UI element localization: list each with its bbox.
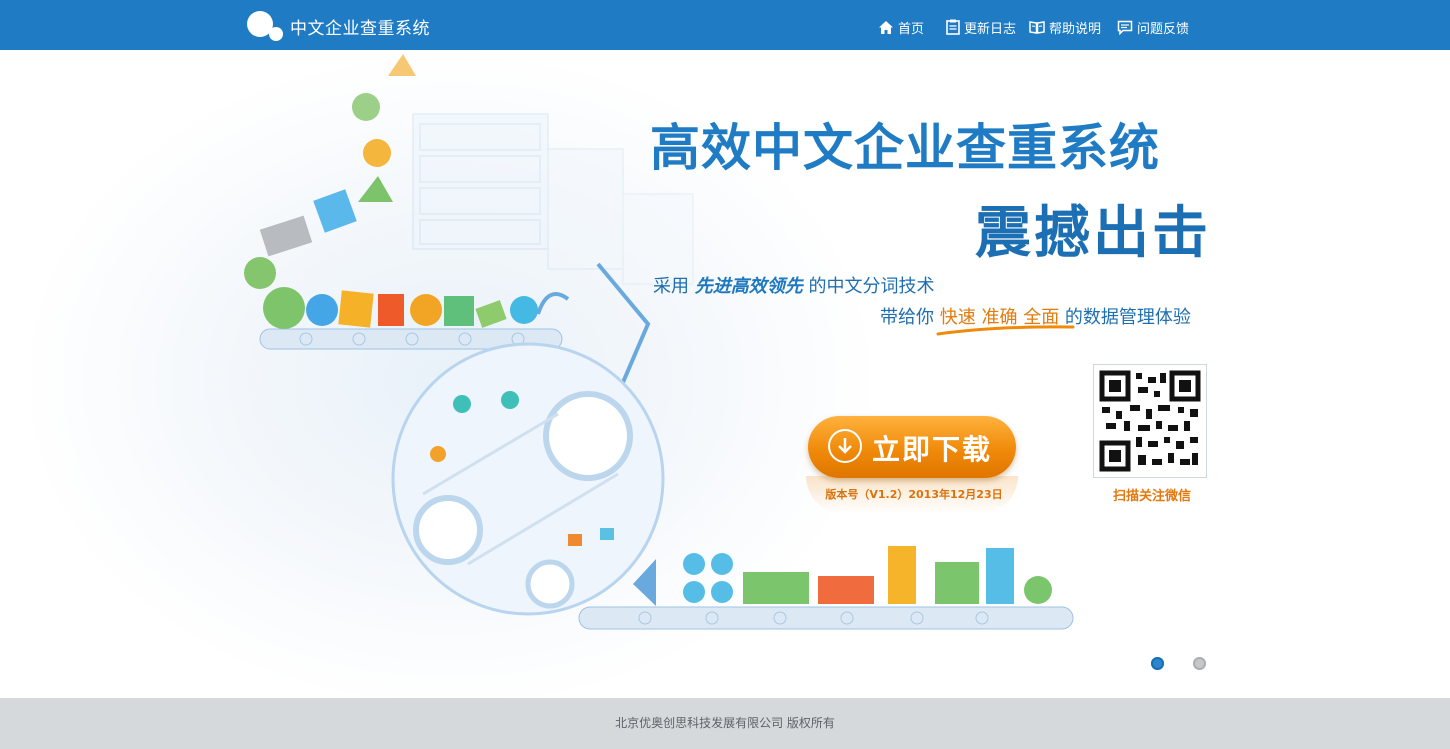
network-icon [363,139,391,167]
tagline-2-prefix: 带给你 [880,307,940,328]
tagline-2-suffix: 的数据管理体验 [1059,307,1191,328]
hero-tagline-1: 采用 先进高效领先 的中文分词技术 [653,272,934,298]
footer: 北京优奥创思科技发展有限公司 版权所有 [0,698,1450,749]
nav-help-label: 帮助说明 [1049,21,1102,37]
house-icon [313,189,357,233]
download-button[interactable]: 立即下载 [808,416,1016,478]
phone-add-icon [453,395,471,413]
unlock-icon [600,528,614,540]
nav-home[interactable]: 首页 [878,17,924,37]
download-button-label: 立即下载 [872,433,993,466]
logo-icon[interactable] [246,10,286,42]
gear-icon [352,93,380,121]
nav-help[interactable]: 帮助说明 [1029,17,1101,37]
nav-feedback-label: 问题反馈 [1137,21,1190,37]
carousel-dot-2[interactable] [1193,657,1206,670]
home-icon [879,20,893,34]
conveyor-top-icons [263,287,538,329]
swoosh-underline [936,325,1075,336]
version-info: 版本号（V1.2）2013年12月23日 [825,488,1003,501]
nav-changelog-label: 更新日志 [964,21,1017,37]
top-navigation-bar: 中文企业查重系统 首页 更新日志 帮助说明 问题反馈 [0,0,1450,50]
copyright-text: 北京优奥创思科技发展有限公司 版权所有 [615,716,835,730]
phone-cancel-icon [501,391,519,409]
clock-icon [244,257,276,289]
carousel-dot-1[interactable] [1151,657,1164,670]
tagline-1-emphasis: 先进高效领先 [694,276,803,297]
tagline-1-prefix: 采用 [653,276,695,297]
hero-subtitle: 震撼出击 [975,201,1211,266]
pizza-icon [388,54,416,76]
nav-home-label: 首页 [898,21,925,37]
clipboard-icon [946,19,960,35]
conveyor-bottom-icons [683,546,1052,604]
signal-icon [358,176,393,202]
phone-icon [430,446,446,462]
nav-changelog[interactable]: 更新日志 [946,17,1016,37]
lock-icon [568,534,582,546]
book-icon [1029,21,1045,34]
brand-title[interactable]: 中文企业查重系统 [290,14,430,39]
download-arrow-icon [828,429,862,463]
keyboard-icon [259,215,313,257]
qr-caption: 扫描关注微信 [1112,489,1191,504]
nav-feedback[interactable]: 问题反馈 [1117,17,1189,37]
qr-code-icon [1099,370,1201,472]
hero-title: 高效中文企业查重系统 [650,119,1160,177]
tagline-1-suffix: 的中文分词技术 [802,276,935,297]
chat-icon [1117,20,1133,35]
wechat-qr-code [1093,364,1207,478]
